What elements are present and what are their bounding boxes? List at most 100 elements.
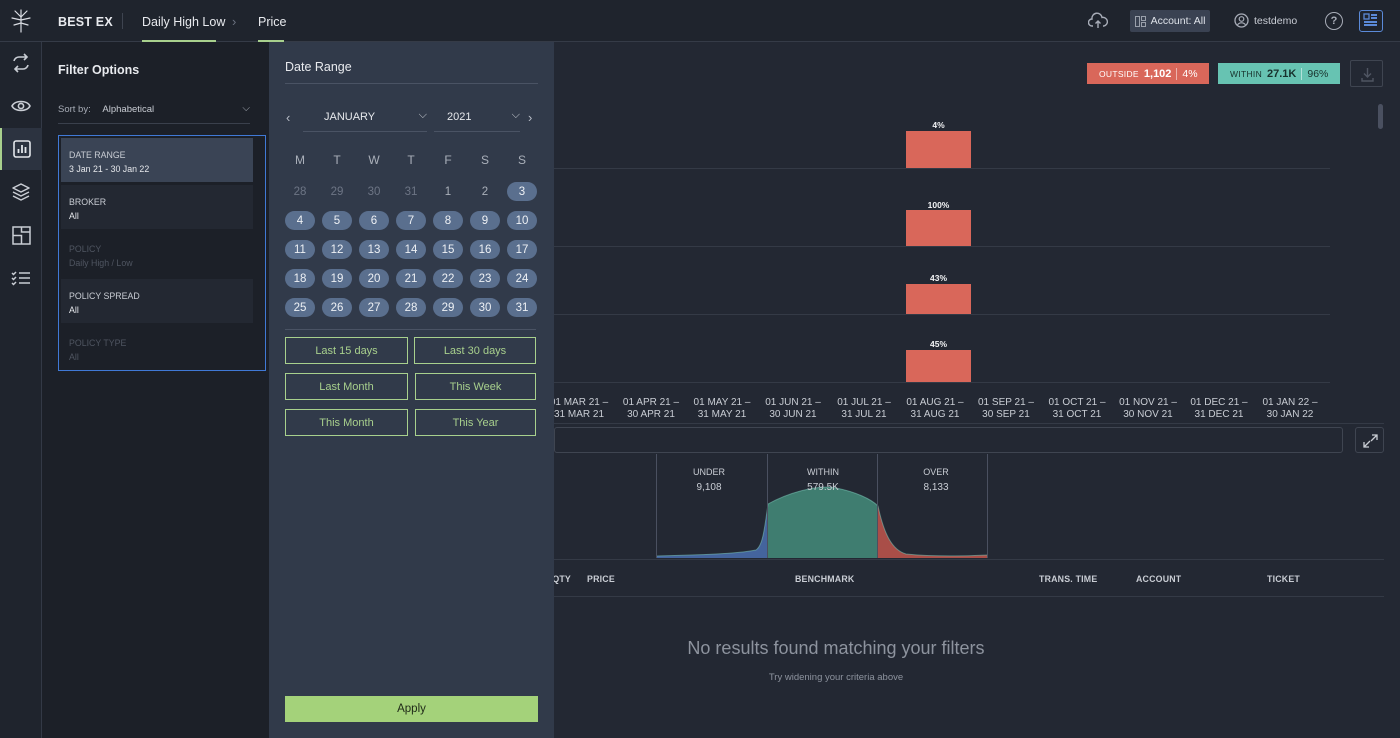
calendar-day[interactable]: 7 (396, 211, 426, 230)
calendar-day[interactable]: 13 (359, 240, 389, 259)
within-badge[interactable]: WITHIN 27.1K 96% (1218, 63, 1340, 84)
chart-bar[interactable] (906, 131, 971, 168)
year-select[interactable]: 2021 ⌵ (434, 108, 520, 132)
apply-button[interactable]: Apply (285, 696, 538, 722)
nav-layers[interactable] (0, 171, 42, 213)
month-select[interactable]: JANUARY ⌵ (303, 108, 427, 132)
calendar-day[interactable]: 19 (322, 269, 352, 288)
nav-view[interactable] (0, 85, 42, 127)
download-button[interactable] (1350, 60, 1383, 87)
col-price[interactable]: PRICE (587, 574, 615, 584)
cloud-upload-icon[interactable] (1088, 12, 1108, 30)
calendar-day[interactable]: 29 (322, 182, 352, 201)
breadcrumb-daily-high-low[interactable]: Daily High Low (142, 15, 225, 29)
calendar-day[interactable]: 30 (359, 182, 389, 201)
under-stat[interactable]: UNDER 9,108 (654, 465, 764, 495)
calendar-day[interactable]: 17 (507, 240, 537, 259)
quick-this-year[interactable]: This Year (415, 409, 536, 436)
help-icon[interactable]: ? (1325, 12, 1343, 30)
calendar-day[interactable]: 22 (433, 269, 463, 288)
col-ticket[interactable]: TICKET (1267, 574, 1300, 584)
calendar-day[interactable]: 27 (359, 298, 389, 317)
chart-bar[interactable] (906, 284, 971, 314)
calendar-day[interactable]: 31 (507, 298, 537, 317)
col-qty[interactable]: QTY (553, 574, 571, 584)
expand-button[interactable] (1355, 427, 1384, 453)
calendar-day[interactable]: 31 (396, 182, 426, 201)
calendar-day[interactable]: 5 (322, 211, 352, 230)
dashboard-icon[interactable] (1359, 10, 1383, 32)
calendar-day[interactable]: 11 (285, 240, 315, 259)
calendar-day[interactable]: 26 (322, 298, 352, 317)
calendar-day[interactable]: 24 (507, 269, 537, 288)
date-range-panel: Date Range ‹ JANUARY ⌵ 2021 ⌵ › M T W T … (269, 42, 554, 738)
download-icon (1361, 68, 1374, 82)
calendar-day[interactable]: 10 (507, 211, 537, 230)
calendar-day[interactable]: 18 (285, 269, 315, 288)
calendar-day[interactable]: 3 (507, 182, 537, 201)
chart-bar[interactable] (906, 350, 971, 382)
col-account[interactable]: ACCOUNT (1136, 574, 1181, 584)
quick-last-15-days[interactable]: Last 15 days (285, 337, 408, 364)
filter-item-date-range[interactable]: DATE RANGE 3 Jan 21 - 30 Jan 22 (61, 138, 253, 182)
chart-bar[interactable] (906, 210, 971, 246)
x-tick: 01 APR 21 –30 APR 21 (622, 397, 680, 420)
nav-checklist[interactable] (0, 257, 42, 299)
weekday-label: F (444, 153, 452, 167)
nav-widgets[interactable] (0, 214, 42, 256)
calendar-day[interactable]: 14 (396, 240, 426, 259)
calendar-day[interactable]: 6 (359, 211, 389, 230)
quick-last-month[interactable]: Last Month (285, 373, 408, 400)
sort-dropdown[interactable]: Sort by: Alphabetical ⌵ (58, 103, 250, 124)
x-tick: 01 AUG 21 –31 AUG 21 (906, 397, 964, 420)
calendar-day[interactable]: 28 (285, 182, 315, 201)
over-stat[interactable]: OVER 8,133 (881, 465, 991, 495)
outside-badge[interactable]: OUTSIDE 1,102 4% (1087, 63, 1209, 84)
calendar-day[interactable]: 8 (433, 211, 463, 230)
calendar-day[interactable]: 1 (433, 182, 463, 201)
divider (285, 83, 538, 84)
weekday-label: S (480, 153, 489, 167)
calendar-day[interactable]: 21 (396, 269, 426, 288)
calendar-day[interactable]: 4 (285, 211, 315, 230)
search-input[interactable] (554, 427, 1343, 453)
within-stat[interactable]: WITHIN 579.5K (768, 465, 878, 495)
breadcrumb-price[interactable]: Price (258, 15, 286, 29)
calendar-day[interactable]: 9 (470, 211, 500, 230)
swap-arrows-icon (13, 53, 29, 73)
calendar-day[interactable]: 20 (359, 269, 389, 288)
x-tick: 01 MAY 21 –31 MAY 21 (693, 397, 751, 420)
account-selector[interactable]: Account: All (1130, 10, 1210, 32)
filter-item-policy-type: POLICY TYPE All (69, 338, 127, 362)
filter-item-policy-spread[interactable]: POLICY SPREAD All (61, 279, 253, 323)
col-trans-time[interactable]: TRANS. TIME (1039, 574, 1097, 584)
calendar-day[interactable]: 29 (433, 298, 463, 317)
calendar-day[interactable]: 12 (322, 240, 352, 259)
calendar-day[interactable]: 15 (433, 240, 463, 259)
user-menu[interactable]: testdemo (1234, 13, 1297, 28)
grid-line (554, 314, 1330, 315)
calendar-day[interactable]: 28 (396, 298, 426, 317)
logo-icon[interactable] (8, 8, 34, 34)
chevron-right-icon: › (232, 14, 237, 29)
calendar-day[interactable]: 30 (470, 298, 500, 317)
x-tick: 01 SEP 21 –30 SEP 21 (978, 397, 1034, 420)
prev-month-button[interactable]: ‹ (286, 110, 290, 125)
bar-label: 43% (929, 273, 947, 283)
calendar-day[interactable]: 2 (470, 182, 500, 201)
calendar-day[interactable]: 23 (470, 269, 500, 288)
next-month-button[interactable]: › (528, 110, 532, 125)
nav-reports[interactable] (0, 128, 42, 170)
month-value: JANUARY (324, 111, 376, 123)
calendar-day[interactable]: 16 (470, 240, 500, 259)
quick-this-month[interactable]: This Month (285, 409, 408, 436)
col-benchmark[interactable]: BENCHMARK (795, 574, 854, 584)
calendar-day[interactable]: 25 (285, 298, 315, 317)
weekday-label: S (517, 153, 526, 167)
quick-last-30-days[interactable]: Last 30 days (414, 337, 536, 364)
filter-item-broker[interactable]: BROKER All (61, 185, 253, 229)
quick-this-week[interactable]: This Week (415, 373, 536, 400)
nav-swap[interactable] (0, 42, 42, 84)
scrollbar[interactable] (1378, 104, 1383, 129)
outside-count: 1,102 (1143, 67, 1172, 80)
